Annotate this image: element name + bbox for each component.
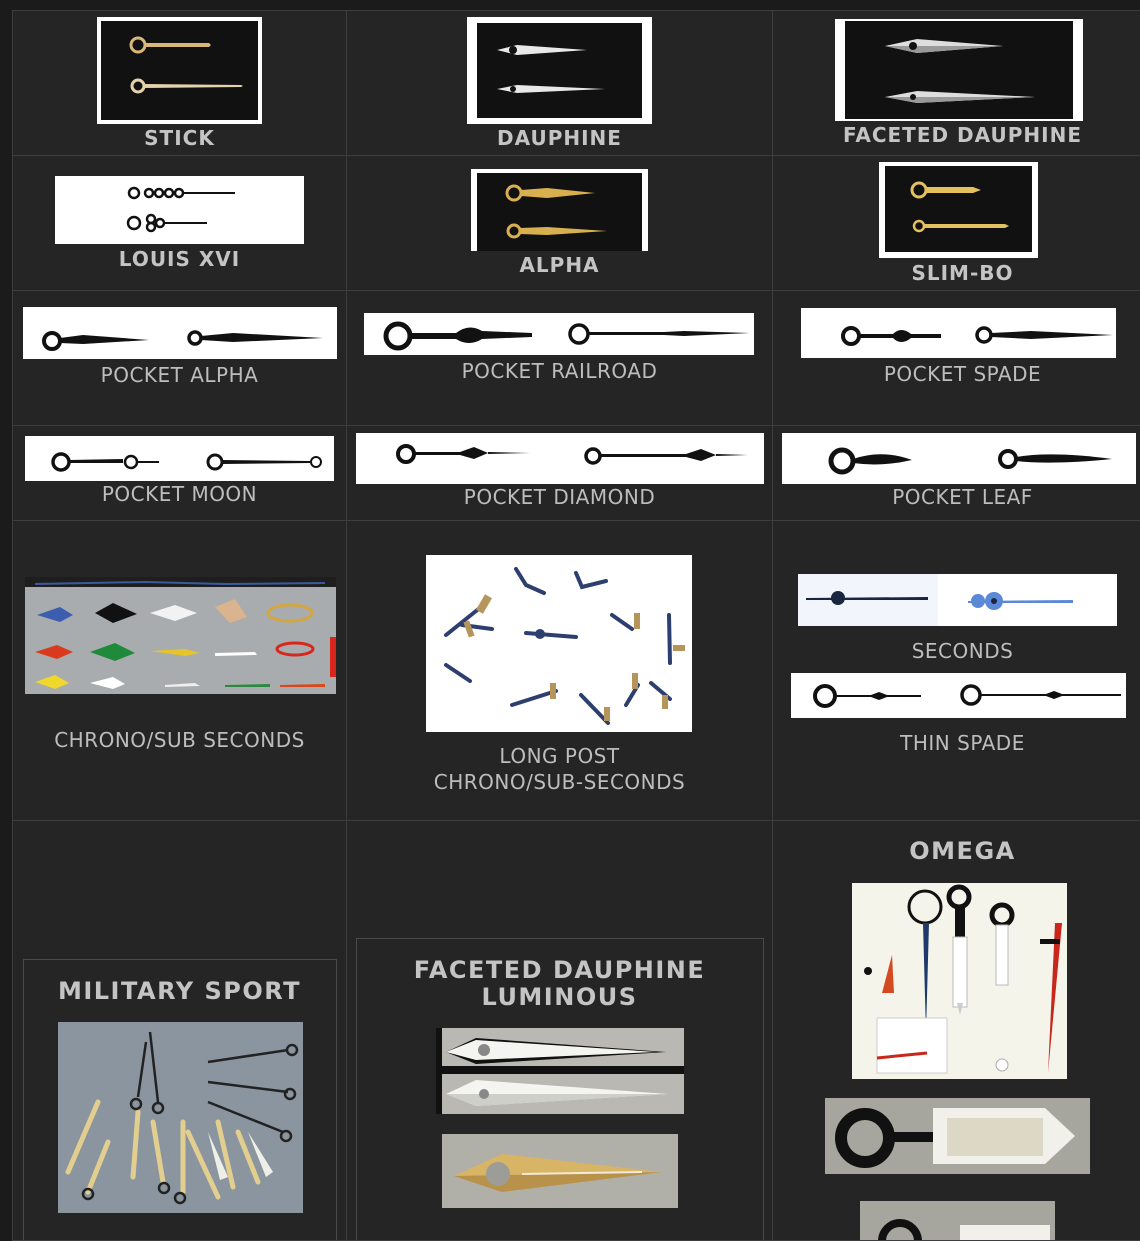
faceted-dauphine-hands-image[interactable] bbox=[835, 19, 1083, 121]
pocket-leaf-label: POCKET LEAF bbox=[892, 485, 1033, 509]
catalog-cell-pocket-spade[interactable]: POCKET SPADE bbox=[773, 291, 1140, 426]
catalog-cell-faceted-dauphine-luminous[interactable]: FACETED DAUPHINE LUMINOUS bbox=[347, 821, 773, 1241]
catalog-cell-pocket-alpha[interactable]: POCKET ALPHA bbox=[13, 291, 347, 426]
catalog-cell-stick[interactable]: STICK bbox=[13, 11, 347, 156]
pocket-moon-hands-image[interactable] bbox=[25, 436, 334, 481]
dauphine-hands-image[interactable] bbox=[467, 17, 652, 124]
catalog-cell-faceted-dauphine[interactable]: FACETED DAUPHINE bbox=[773, 11, 1140, 156]
catalog-cell-slim-bo[interactable]: SLIM-BO bbox=[773, 156, 1140, 291]
catalog-cell-chrono-sub-seconds[interactable]: CHRONO/SUB SECONDS bbox=[13, 521, 347, 821]
catalog-cell-seconds-thin-spade: SECONDS THIN SPADE bbox=[773, 521, 1140, 821]
pocket-diamond-label: POCKET DIAMOND bbox=[463, 485, 656, 509]
watch-hands-catalog-grid: STICK DAUPHINE FACETED DAUPHINE LOUIS XV… bbox=[12, 10, 1140, 1241]
faceted-dauphine-luminous-title-line1: FACETED DAUPHINE bbox=[413, 956, 706, 984]
military-sport-hands-image[interactable] bbox=[58, 1022, 303, 1213]
pocket-railroad-label: POCKET RAILROAD bbox=[461, 359, 658, 383]
pocket-alpha-label: POCKET ALPHA bbox=[100, 363, 259, 387]
catalog-cell-pocket-railroad[interactable]: POCKET RAILROAD bbox=[347, 291, 773, 426]
omega-title: OMEGA bbox=[909, 837, 1016, 865]
catalog-cell-louis-xvi[interactable]: LOUIS XVI bbox=[13, 156, 347, 291]
pocket-moon-label: POCKET MOON bbox=[101, 482, 258, 506]
seconds-hands-image[interactable] bbox=[798, 574, 1117, 626]
thin-spade-hands-image[interactable] bbox=[791, 673, 1126, 718]
thin-spade-label: THIN SPADE bbox=[900, 731, 1025, 755]
pocket-leaf-hands-image[interactable] bbox=[782, 433, 1136, 484]
faceted-dauphine-luminous-image-2[interactable] bbox=[442, 1134, 678, 1208]
faceted-dauphine-label: FACETED DAUPHINE bbox=[843, 123, 1082, 147]
louis-xvi-label: LOUIS XVI bbox=[118, 247, 241, 271]
omega-hands-image-1[interactable] bbox=[852, 883, 1067, 1079]
catalog-cell-pocket-diamond[interactable]: POCKET DIAMOND bbox=[347, 426, 773, 521]
alpha-label: ALPHA bbox=[519, 253, 600, 277]
catalog-cell-omega[interactable]: OMEGA bbox=[773, 821, 1140, 1241]
omega-hands-image-3[interactable] bbox=[860, 1201, 1055, 1240]
long-post-label-line1: LONG POST bbox=[499, 744, 620, 768]
long-post-label-line2: CHRONO/SUB-SECONDS bbox=[433, 770, 686, 794]
stick-hands-image[interactable] bbox=[97, 17, 262, 124]
pocket-railroad-hands-image[interactable] bbox=[364, 313, 754, 355]
pocket-spade-hands-image[interactable] bbox=[801, 308, 1116, 358]
catalog-cell-pocket-moon[interactable]: POCKET MOON bbox=[13, 426, 347, 521]
pocket-alpha-hands-image[interactable] bbox=[23, 307, 337, 359]
pocket-spade-label: POCKET SPADE bbox=[883, 362, 1042, 386]
faceted-dauphine-luminous-image-1[interactable] bbox=[436, 1028, 684, 1114]
catalog-cell-long-post-chrono[interactable]: LONG POST CHRONO/SUB-SECONDS bbox=[347, 521, 773, 821]
louis-xvi-hands-image[interactable] bbox=[55, 176, 304, 244]
faceted-dauphine-luminous-title-line2: LUMINOUS bbox=[481, 983, 638, 1011]
stick-label: STICK bbox=[144, 126, 215, 150]
catalog-cell-dauphine[interactable]: DAUPHINE bbox=[347, 11, 773, 156]
omega-hands-image-2[interactable] bbox=[825, 1098, 1090, 1174]
catalog-cell-pocket-leaf[interactable]: POCKET LEAF bbox=[773, 426, 1140, 521]
catalog-cell-alpha[interactable]: ALPHA bbox=[347, 156, 773, 291]
dauphine-label: DAUPHINE bbox=[497, 126, 622, 150]
chrono-sub-seconds-hands-image[interactable] bbox=[25, 577, 336, 694]
military-sport-title: MILITARY SPORT bbox=[57, 977, 302, 1005]
pocket-diamond-hands-image[interactable] bbox=[356, 433, 764, 484]
chrono-sub-seconds-label: CHRONO/SUB SECONDS bbox=[54, 728, 305, 752]
alpha-hands-image[interactable] bbox=[471, 169, 648, 251]
long-post-chrono-hands-image[interactable] bbox=[426, 555, 692, 732]
slim-bo-hands-image[interactable] bbox=[879, 162, 1038, 258]
seconds-label: SECONDS bbox=[911, 639, 1014, 663]
catalog-cell-military-sport[interactable]: MILITARY SPORT bbox=[13, 821, 347, 1241]
slim-bo-label: SLIM-BO bbox=[911, 261, 1014, 285]
